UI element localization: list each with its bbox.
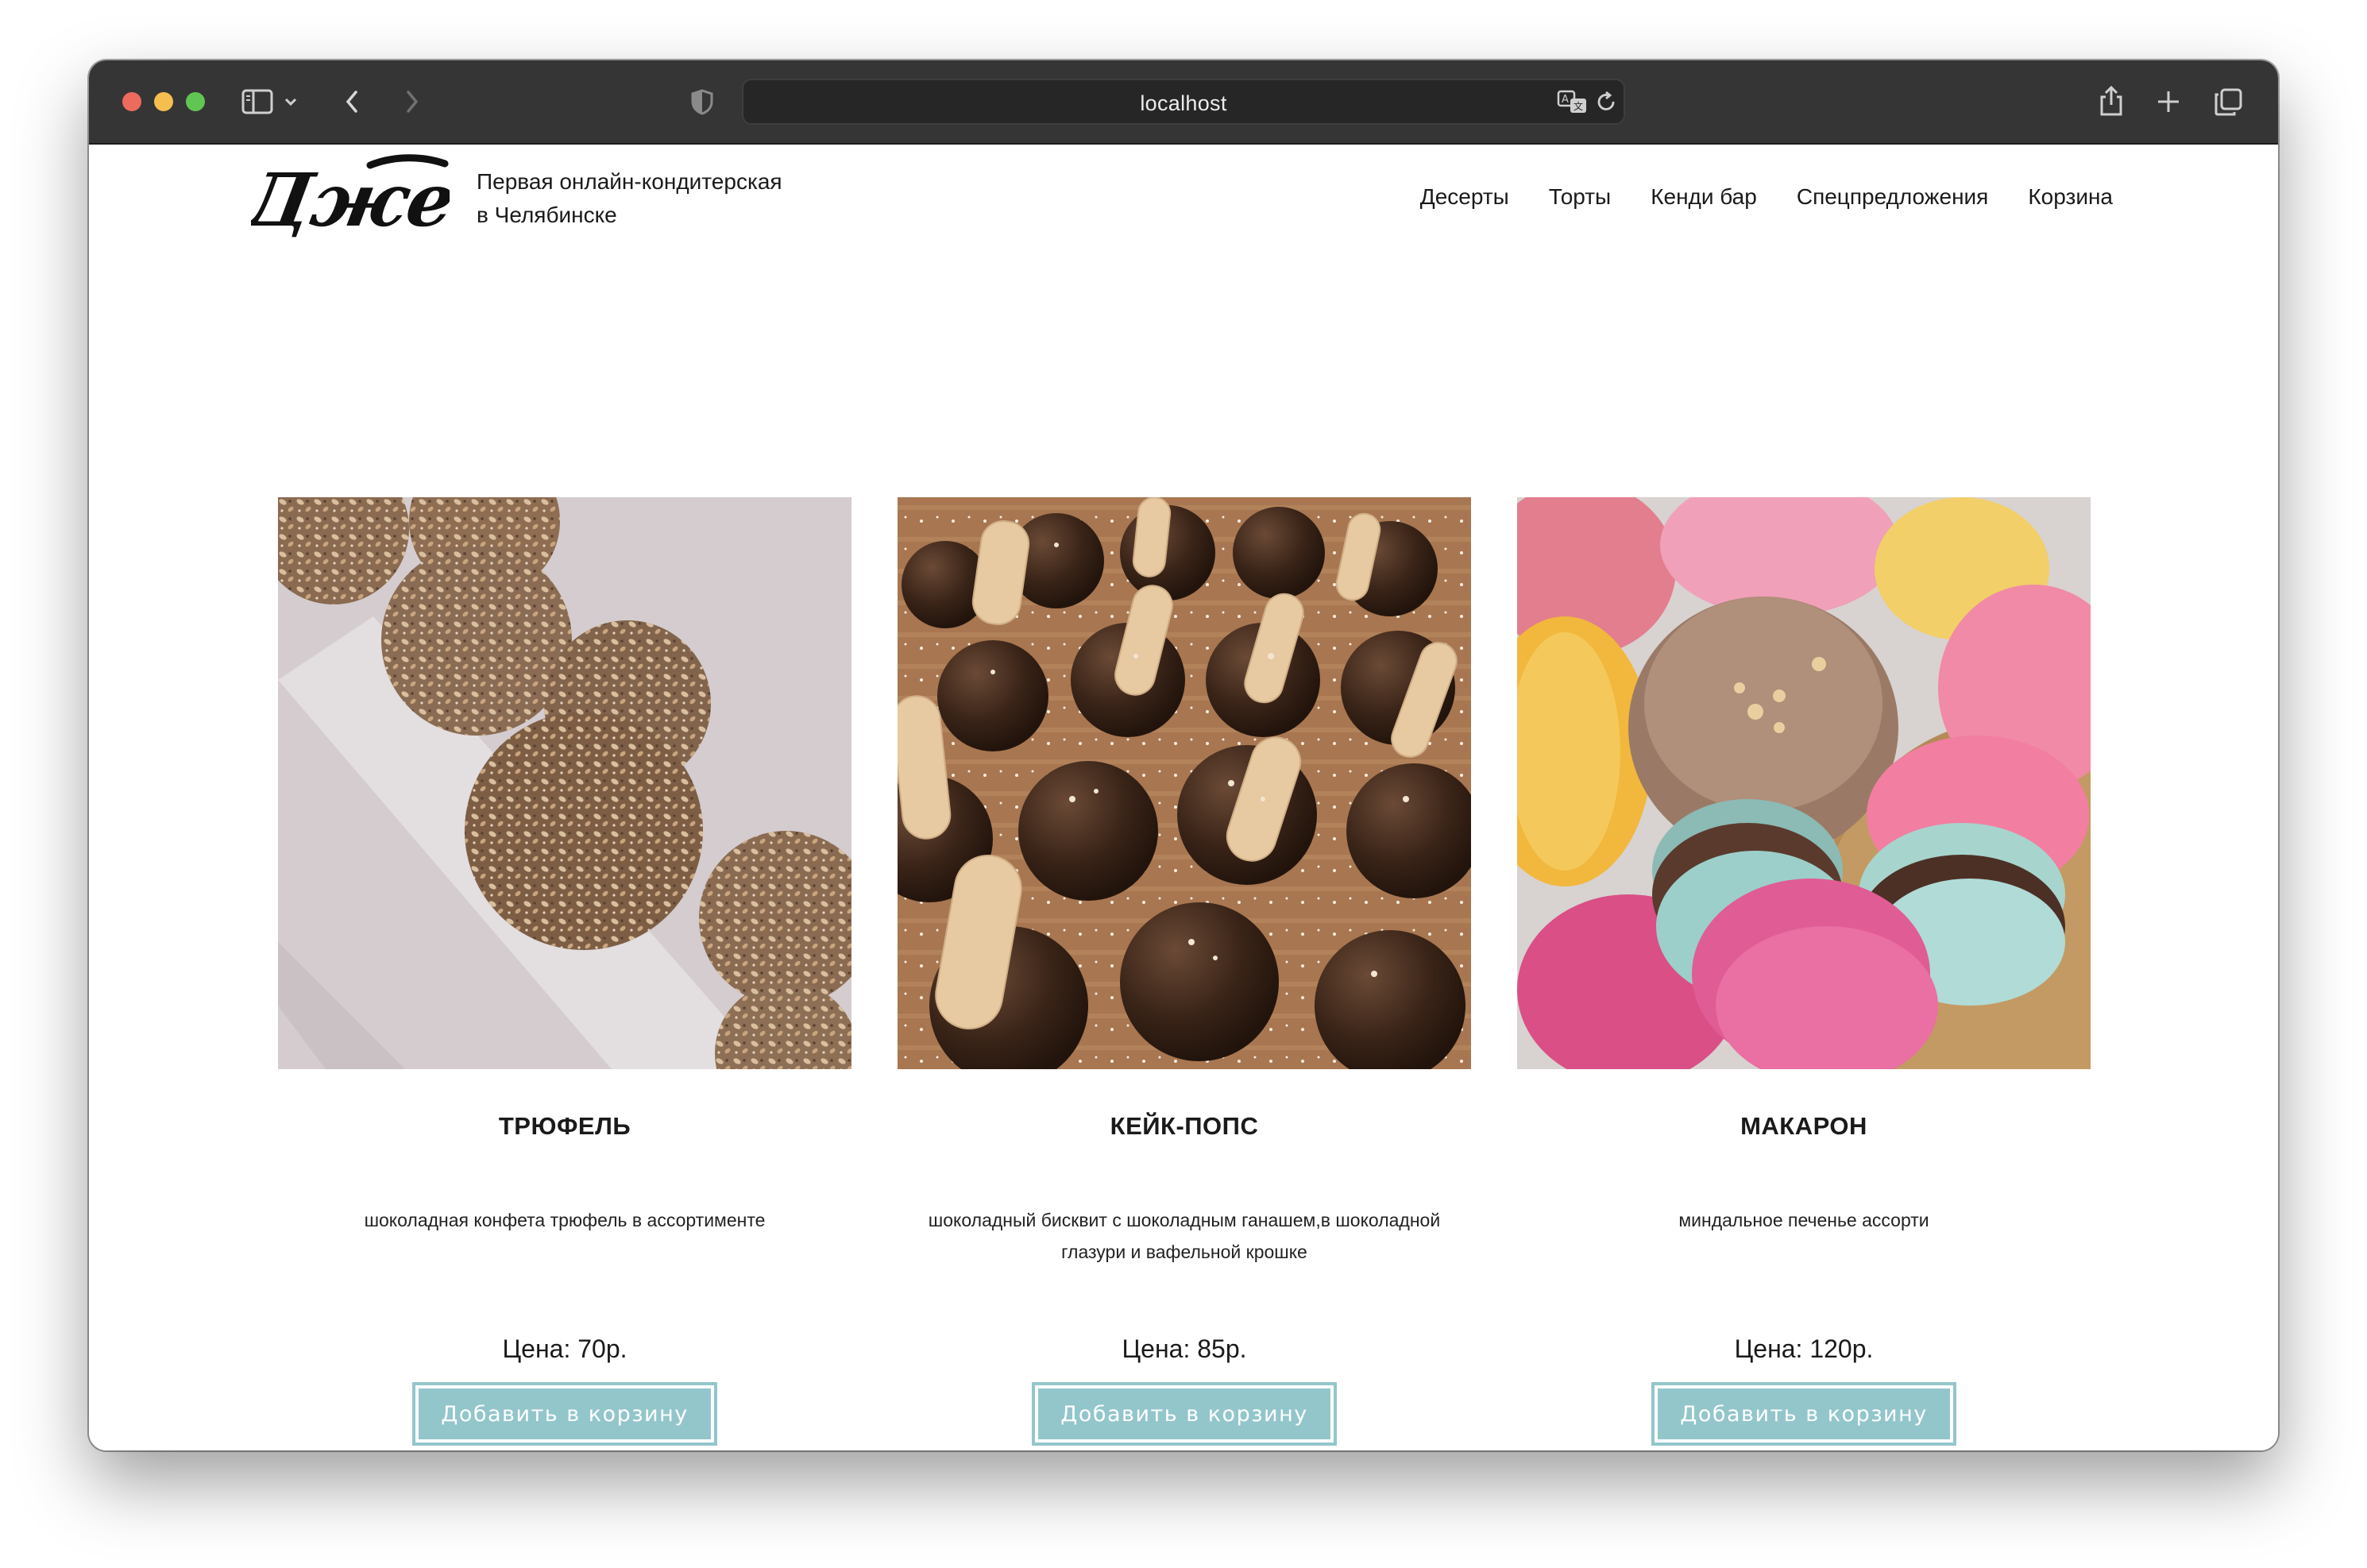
product-description: миндальное печенье ассорти — [1678, 1210, 1929, 1230]
site-tagline: Первая онлайн-кондитерская в Челябинске — [477, 165, 782, 232]
product-description: шоколадная конфета трюфель в ассортимент… — [364, 1210, 766, 1230]
back-icon[interactable] — [342, 83, 364, 121]
reload-icon[interactable] — [1595, 88, 1619, 117]
product-price: Цена: 70р. — [502, 1334, 627, 1363]
product-title: КЕЙК-ПОПС — [1110, 1112, 1259, 1140]
product-image-truffle — [278, 497, 851, 1069]
chevron-down-icon[interactable] — [283, 83, 299, 121]
nav-desserts[interactable]: Десерты — [1420, 184, 1509, 210]
browser-window: localhost A文 Джем Первая онлайн-кондитер… — [89, 60, 2278, 1450]
product-description: шоколадный бисквит с шоколадным ганашем,… — [928, 1210, 1441, 1262]
add-to-cart-button[interactable]: Добавить в корзину — [1651, 1382, 1956, 1446]
product-image-macarons — [1517, 497, 2091, 1069]
product-card-truffle: ТРЮФЕЛЬ шоколадная конфета трюфель в асс… — [278, 497, 851, 1446]
main-nav: Десерты Торты Кенди бар Спецпредложения … — [1420, 184, 2113, 210]
product-price: Цена: 85р. — [1122, 1334, 1247, 1363]
close-window-button[interactable] — [122, 92, 141, 111]
product-card-cake-pops: КЕЙК-ПОПС шоколадный бисквит с шоколадны… — [898, 497, 1471, 1446]
address-bar[interactable]: localhost A文 — [742, 79, 1625, 125]
page-content: Джем Первая онлайн-кондитерская в Челяби… — [89, 145, 2278, 1450]
nav-cakes[interactable]: Торты — [1549, 184, 1611, 210]
tabs-overview-icon[interactable] — [2213, 83, 2243, 121]
minimize-window-button[interactable] — [154, 92, 173, 111]
add-to-cart-button[interactable]: Добавить в корзину — [412, 1382, 717, 1446]
share-icon[interactable] — [2097, 83, 2126, 121]
product-title: МАКАРОН — [1740, 1112, 1867, 1140]
sidebar-icon[interactable] — [241, 83, 273, 121]
forward-icon[interactable] — [400, 83, 423, 121]
zoom-window-button[interactable] — [186, 92, 205, 111]
product-price: Цена: 120р. — [1734, 1334, 1874, 1363]
url-text: localhost — [1140, 91, 1227, 115]
product-image-cake-pops — [898, 497, 1471, 1069]
site-logo[interactable]: Джем — [251, 153, 450, 248]
browser-toolbar: localhost A文 — [89, 60, 2278, 145]
product-card-macarons: МАКАРОН миндальное печенье ассорти Цена:… — [1517, 497, 2091, 1446]
add-to-cart-button[interactable]: Добавить в корзину — [1032, 1382, 1337, 1446]
product-title: ТРЮФЕЛЬ — [498, 1112, 631, 1140]
nav-special-offers[interactable]: Спецпредложения — [1797, 184, 1989, 210]
nav-cart[interactable]: Корзина — [2028, 184, 2113, 210]
logo-text: Джем — [251, 157, 450, 243]
new-tab-icon[interactable] — [2156, 83, 2181, 121]
svg-text:文: 文 — [1573, 100, 1583, 112]
shield-icon[interactable] — [689, 83, 715, 121]
translate-icon[interactable]: A文 — [1557, 88, 1589, 117]
tagline-line-1: Первая онлайн-кондитерская — [477, 169, 782, 194]
tagline-line-2: в Челябинске — [477, 203, 617, 227]
svg-text:A: A — [1562, 94, 1569, 106]
nav-candy-bar[interactable]: Кенди бар — [1651, 184, 1757, 210]
